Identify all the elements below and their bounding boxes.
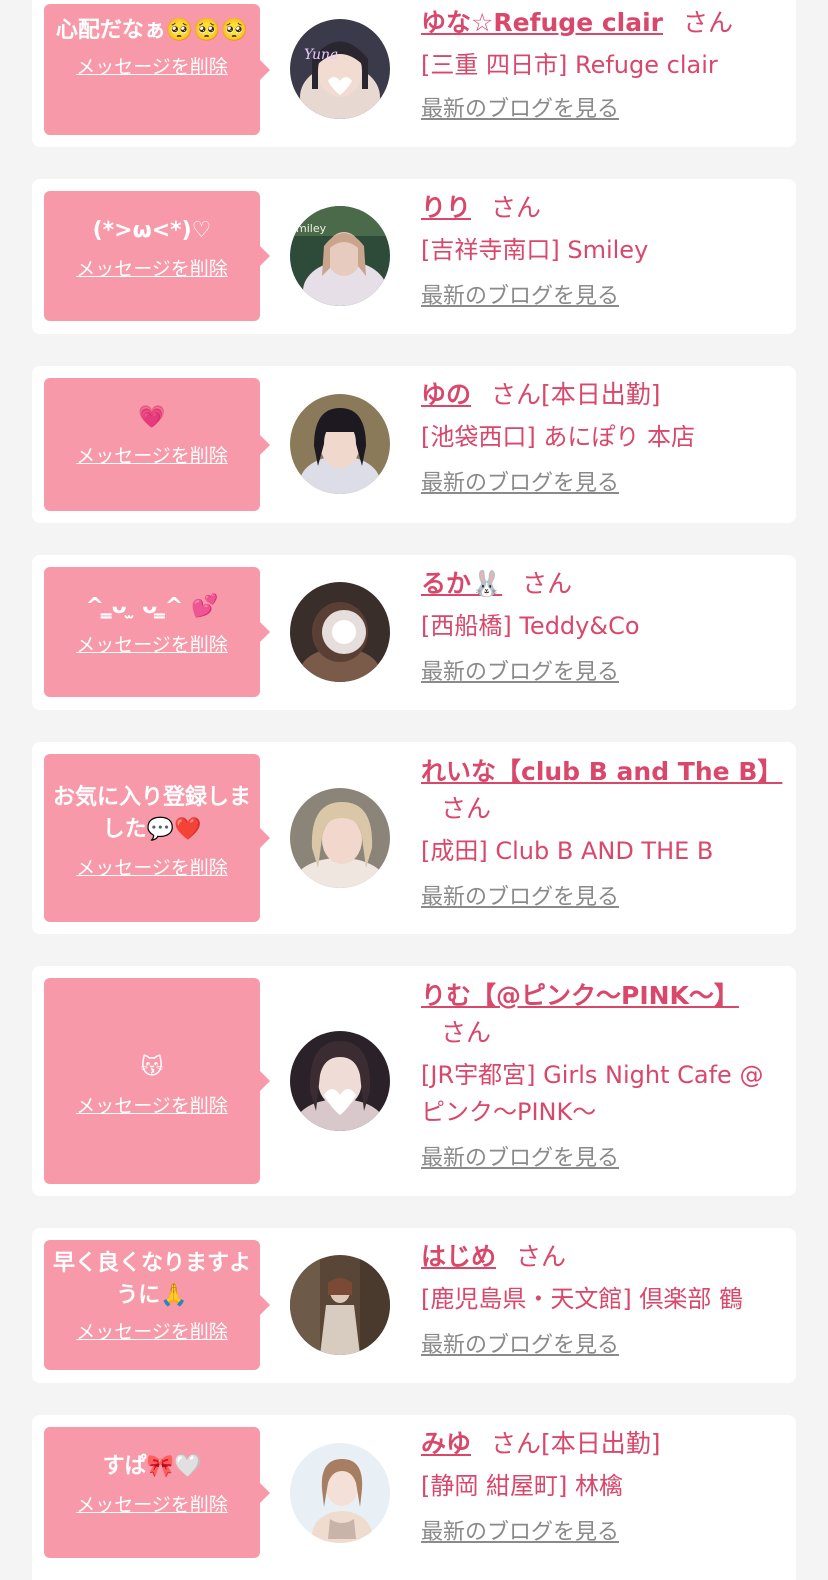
name-line: ゆな☆Refuge clair さん	[421, 4, 781, 41]
delete-message-link[interactable]: メッセージを削除	[52, 1320, 252, 1344]
cast-name-link[interactable]: みゆ	[421, 1429, 471, 1458]
message-bubble: 心配だなぁ🥺🥺🥺 メッセージを削除	[44, 4, 270, 135]
favorite-card: 早く良くなりますように🙏 メッセージを削除 はじめ さん [鹿児島県・天文館] 倶…	[32, 1228, 796, 1383]
shop-label: [池袋西口] あにぽり 本店	[421, 423, 695, 451]
honorific: さん	[491, 380, 542, 409]
cast-name-link[interactable]: るか🐰	[421, 569, 502, 598]
favorite-card: お気に入り登録しました💬❤️ メッセージを削除 れいな【club B and T…	[32, 742, 796, 934]
message-text: 💗	[138, 405, 166, 430]
shop-label: [吉祥寺南口] Smiley	[421, 236, 649, 264]
name-line: ゆの さん[本日出勤]	[421, 376, 781, 413]
shop-label: [鹿児島県・天文館] 倶楽部 鶴	[421, 1285, 743, 1313]
honorific: さん	[491, 193, 542, 222]
latest-blog-link[interactable]: 最新のブログを見る	[421, 884, 619, 912]
message-bubble: 😽 メッセージを削除	[44, 978, 270, 1184]
favorite-card: すぱ🎀🤍 メッセージを削除 みゆ さん[本日出勤] [静岡 紺屋町] 林檎 最新の…	[32, 1415, 796, 1580]
honorific: さん	[441, 794, 492, 823]
honorific: さん	[516, 1242, 567, 1271]
cast-name-link[interactable]: ゆな☆Refuge clair	[421, 8, 663, 37]
status-badge: [本日出勤]	[541, 380, 661, 409]
favorite-info: りむ【@ピンク〜PINK〜】さん [JR宇都宮] Girls Night Caf…	[421, 977, 781, 1173]
message-text: お気に入り登録しました💬❤️	[52, 785, 251, 842]
favorite-info: ゆな☆Refuge clair さん [三重 四日市] Refuge clair …	[421, 4, 781, 124]
svg-text:miley: miley	[296, 222, 327, 235]
delete-message-link[interactable]: メッセージを削除	[52, 55, 252, 79]
message-text: すぱ🎀🤍	[102, 1454, 202, 1479]
avatar[interactable]: Yuna	[290, 19, 390, 119]
avatar[interactable]	[290, 582, 390, 682]
shop-label: [三重 四日市] Refuge clair	[421, 51, 718, 79]
delete-message-link[interactable]: メッセージを削除	[52, 856, 252, 880]
favorite-card: ^ ̳ᴗ ̫ ᴗ ̳^ 💕 メッセージを削除 るか🐰 さん [西船橋] Teddy…	[32, 555, 796, 710]
message-text: 😽	[140, 1055, 164, 1080]
shop-label: [成田] Club B AND THE B	[421, 837, 714, 865]
message-text: (*>ω<*)♡	[92, 218, 212, 243]
svg-text:Yuna: Yuna	[304, 47, 338, 63]
cast-name-link[interactable]: ゆの	[421, 380, 471, 409]
delete-message-link[interactable]: メッセージを削除	[52, 1094, 252, 1118]
cast-name-link[interactable]: はじめ	[421, 1242, 496, 1271]
cast-name-link[interactable]: りり	[421, 193, 471, 222]
latest-blog-link[interactable]: 最新のブログを見る	[421, 1145, 619, 1173]
favorite-info: るか🐰 さん [西船橋] Teddy&Co 最新のブログを見る	[421, 565, 781, 687]
message-bubble: ^ ̳ᴗ ̫ ᴗ ̳^ 💕 メッセージを削除	[44, 567, 270, 697]
name-line: りむ【@ピンク〜PINK〜】さん	[421, 977, 781, 1051]
name-line: りり さん	[421, 189, 781, 226]
latest-blog-link[interactable]: 最新のブログを見る	[421, 1332, 619, 1360]
latest-blog-link[interactable]: 最新のブログを見る	[421, 659, 619, 687]
favorite-card: 心配だなぁ🥺🥺🥺 メッセージを削除 Yuna ゆな☆Refuge clair さん…	[32, 0, 796, 147]
delete-message-link[interactable]: メッセージを削除	[52, 633, 252, 657]
cast-name-link[interactable]: りむ【@ピンク〜PINK〜】	[421, 981, 739, 1010]
latest-blog-link[interactable]: 最新のブログを見る	[421, 470, 619, 498]
honorific: さん	[683, 8, 734, 37]
favorite-card: (*>ω<*)♡ メッセージを削除 miley りり さん [吉祥寺南口] Smi…	[32, 179, 796, 334]
message-bubble: (*>ω<*)♡ メッセージを削除	[44, 191, 270, 321]
avatar[interactable]: miley	[290, 206, 390, 306]
honorific: さん	[491, 1429, 542, 1458]
message-text: 早く良くなりますように🙏	[52, 1251, 251, 1308]
message-text: 心配だなぁ🥺🥺🥺	[55, 18, 249, 43]
name-line: るか🐰 さん	[421, 565, 781, 602]
message-text: ^ ̳ᴗ ̫ ᴗ ̳^ 💕	[85, 594, 219, 619]
favorite-info: れいな【club B and The B】さん [成田] Club B AND …	[421, 753, 782, 912]
avatar[interactable]	[290, 1443, 390, 1543]
avatar[interactable]	[290, 394, 390, 494]
favorite-info: みゆ さん[本日出勤] [静岡 紺屋町] 林檎 最新のブログを見る	[421, 1425, 781, 1547]
shop-label: [静岡 紺屋町] 林檎	[421, 1472, 623, 1500]
cast-name-link[interactable]: れいな【club B and The B】	[421, 757, 782, 786]
avatar[interactable]	[290, 1031, 390, 1131]
message-bubble: すぱ🎀🤍 メッセージを削除	[44, 1427, 270, 1558]
shop-label: [西船橋] Teddy&Co	[421, 612, 640, 640]
name-line: れいな【club B and The B】さん	[421, 753, 782, 827]
latest-blog-link[interactable]: 最新のブログを見る	[421, 1519, 619, 1547]
avatar[interactable]	[290, 1255, 390, 1355]
name-line: みゆ さん[本日出勤]	[421, 1425, 781, 1462]
message-bubble: お気に入り登録しました💬❤️ メッセージを削除	[44, 754, 270, 922]
shop-label: [JR宇都宮] Girls Night Cafe @ピンク〜PINK〜	[421, 1061, 764, 1126]
favorite-card: 😽 メッセージを削除 りむ【@ピンク〜PINK〜】さん [JR宇都宮] Girl…	[32, 966, 796, 1196]
honorific: さん	[441, 1018, 492, 1047]
delete-message-link[interactable]: メッセージを削除	[52, 444, 252, 468]
latest-blog-link[interactable]: 最新のブログを見る	[421, 96, 619, 124]
favorite-card: 💗 メッセージを削除 ゆの さん[本日出勤] [池袋西口] あにぽり 本店 最新の…	[32, 366, 796, 523]
delete-message-link[interactable]: メッセージを削除	[52, 1493, 252, 1517]
name-line: はじめ さん	[421, 1238, 781, 1275]
delete-message-link[interactable]: メッセージを削除	[52, 257, 252, 281]
latest-blog-link[interactable]: 最新のブログを見る	[421, 283, 619, 311]
honorific: さん	[522, 569, 573, 598]
message-bubble: 💗 メッセージを削除	[44, 378, 270, 511]
status-badge: [本日出勤]	[541, 1429, 661, 1458]
message-bubble: 早く良くなりますように🙏 メッセージを削除	[44, 1240, 270, 1370]
favorite-info: りり さん [吉祥寺南口] Smiley 最新のブログを見る	[421, 189, 781, 311]
favorites-message-list: 心配だなぁ🥺🥺🥺 メッセージを削除 Yuna ゆな☆Refuge clair さん…	[0, 0, 828, 1580]
favorite-info: はじめ さん [鹿児島県・天文館] 倶楽部 鶴 最新のブログを見る	[421, 1238, 781, 1360]
avatar[interactable]	[290, 788, 390, 888]
favorite-info: ゆの さん[本日出勤] [池袋西口] あにぽり 本店 最新のブログを見る	[421, 376, 781, 498]
